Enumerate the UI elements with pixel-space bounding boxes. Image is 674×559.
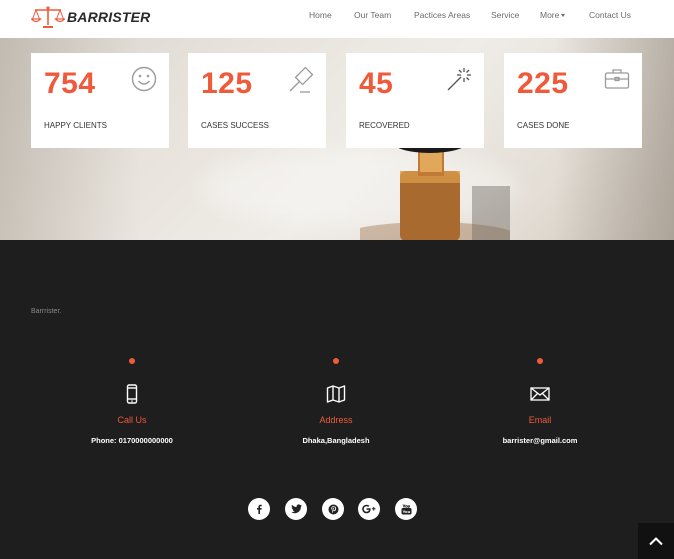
contact-email-value[interactable]: barrister@gmail.com (440, 436, 640, 445)
nav-item-practices-areas[interactable]: Pactices Areas (414, 10, 470, 20)
nav-item-more[interactable]: More (540, 10, 566, 20)
twitter-icon[interactable] (285, 498, 307, 520)
contact-title: Email (528, 415, 552, 425)
hero-stats-section: 754 HAPPY CLIENTS 125 CASES SUCCESS 45 R… (0, 38, 674, 240)
nav-item-contact-us[interactable]: Contact Us (589, 10, 631, 20)
facebook-icon[interactable] (248, 498, 270, 520)
bullet-dot (333, 358, 339, 364)
contact-title: Address (319, 415, 353, 425)
stat-value: 754 (44, 67, 96, 100)
svg-text:You: You (401, 508, 410, 513)
contact-title: Call Us (117, 415, 147, 425)
stat-label: CASES SUCCESS (201, 121, 270, 130)
chevron-down-icon (561, 14, 566, 18)
back-to-top-button[interactable] (638, 523, 674, 559)
contact-address: Address Dhaka,Bangladesh (236, 358, 436, 445)
stat-value: 125 (201, 67, 253, 100)
stat-value: 225 (517, 67, 569, 100)
stat-label: CASES DONE (517, 121, 570, 130)
contact-call-us: Call Us Phone: 0170000000000 (32, 358, 232, 445)
bullet-dot (129, 358, 135, 364)
nav-item-our-team[interactable]: Our Team (354, 10, 391, 20)
stat-card-cases-done: 225 CASES DONE (504, 53, 642, 148)
stat-value: 45 (359, 67, 394, 100)
contact-address-value: Dhaka,Bangladesh (302, 436, 370, 445)
mobile-phone-icon (126, 384, 138, 404)
briefcase-icon (604, 69, 630, 89)
stat-card-happy-clients: 754 HAPPY CLIENTS (31, 53, 169, 148)
chevron-up-icon (649, 537, 663, 546)
footer-brand-text: Barrrister. (31, 308, 62, 315)
stat-label: RECOVERED (359, 121, 410, 130)
social-links: You (0, 498, 674, 520)
smiley-icon (131, 66, 157, 92)
page: BARRISTER Home Our Team Pactices Areas S… (0, 0, 674, 559)
pinterest-icon[interactable] (322, 498, 344, 520)
bullet-dot (537, 358, 543, 364)
youtube-icon[interactable]: You (395, 498, 417, 520)
nav-item-home[interactable]: Home (309, 10, 332, 20)
contact-phone[interactable]: Phone: 0170000000000 (32, 436, 232, 445)
stat-card-recovered: 45 RECOVERED (346, 53, 484, 148)
site-header: BARRISTER Home Our Team Pactices Areas S… (0, 0, 674, 38)
site-footer: Barrrister. Call Us Phone: 0170000000000 (0, 240, 674, 559)
google-plus-icon[interactable] (358, 498, 380, 520)
contact-email: Email barrister@gmail.com (440, 358, 640, 445)
stat-label: HAPPY CLIENTS (44, 121, 107, 130)
nav-item-more-label: More (540, 10, 560, 20)
gavel-icon (289, 66, 314, 93)
map-icon (326, 385, 346, 403)
stat-card-cases-success: 125 CASES SUCCESS (188, 53, 326, 148)
main-nav: Home Our Team Pactices Areas Service Mor… (0, 10, 674, 24)
magic-wand-icon (447, 68, 471, 91)
envelope-icon (530, 387, 550, 401)
nav-item-service[interactable]: Service (491, 10, 519, 20)
